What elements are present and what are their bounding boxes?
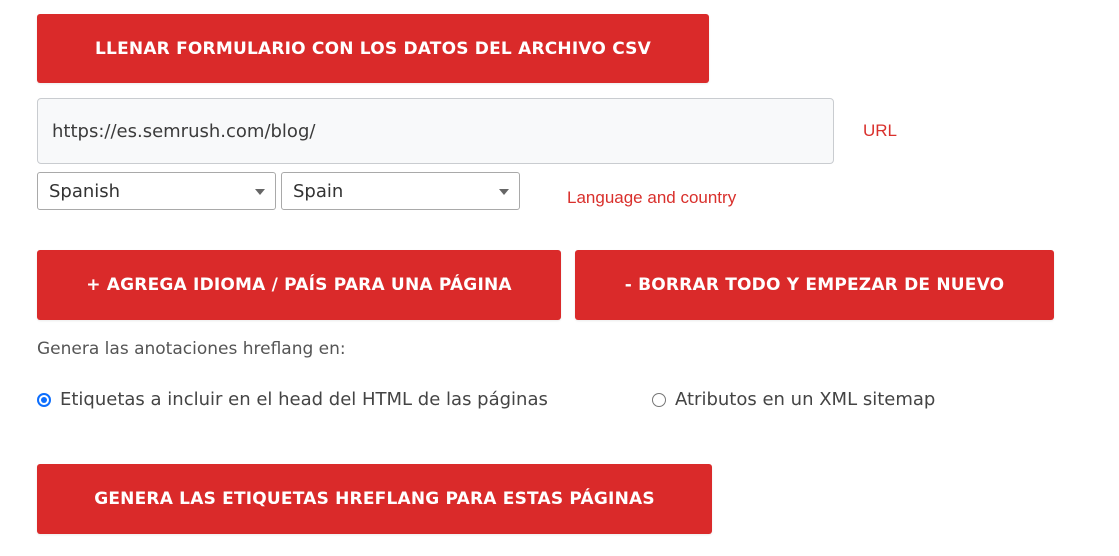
language-select[interactable]: Spanish bbox=[37, 172, 276, 210]
country-select[interactable]: Spain bbox=[281, 172, 520, 210]
fill-from-csv-button[interactable]: LLENAR FORMULARIO CON LOS DATOS DEL ARCH… bbox=[37, 14, 709, 83]
url-input[interactable] bbox=[37, 98, 834, 164]
language-select-value: Spanish bbox=[49, 180, 121, 202]
hreflang-generator-form: LLENAR FORMULARIO CON LOS DATOS DEL ARCH… bbox=[0, 0, 1119, 556]
output-format-heading: Genera las anotaciones hreflang en: bbox=[37, 339, 346, 359]
language-country-label: Language and country bbox=[567, 188, 737, 207]
clear-all-button[interactable]: - BORRAR TODO Y EMPEZAR DE NUEVO bbox=[575, 250, 1054, 320]
radio-label-xml-sitemap: Atributos en un XML sitemap bbox=[675, 389, 936, 410]
generate-hreflang-button[interactable]: GENERA LAS ETIQUETAS HREFLANG PARA ESTAS… bbox=[37, 464, 712, 534]
chevron-down-icon bbox=[499, 189, 509, 195]
radio-option-xml-sitemap[interactable]: Atributos en un XML sitemap bbox=[652, 389, 935, 410]
radio-button-xml-sitemap[interactable] bbox=[652, 392, 666, 407]
radio-button-head-tags[interactable] bbox=[37, 392, 51, 407]
country-select-value: Spain bbox=[293, 180, 344, 202]
add-language-country-button[interactable]: + AGREGA IDIOMA / PAÍS PARA UNA PÁGINA bbox=[37, 250, 561, 320]
url-label: URL bbox=[863, 121, 898, 140]
chevron-down-icon bbox=[255, 189, 265, 195]
radio-label-head-tags: Etiquetas a incluir en el head del HTML … bbox=[60, 389, 548, 410]
radio-option-head-tags[interactable]: Etiquetas a incluir en el head del HTML … bbox=[37, 389, 548, 410]
